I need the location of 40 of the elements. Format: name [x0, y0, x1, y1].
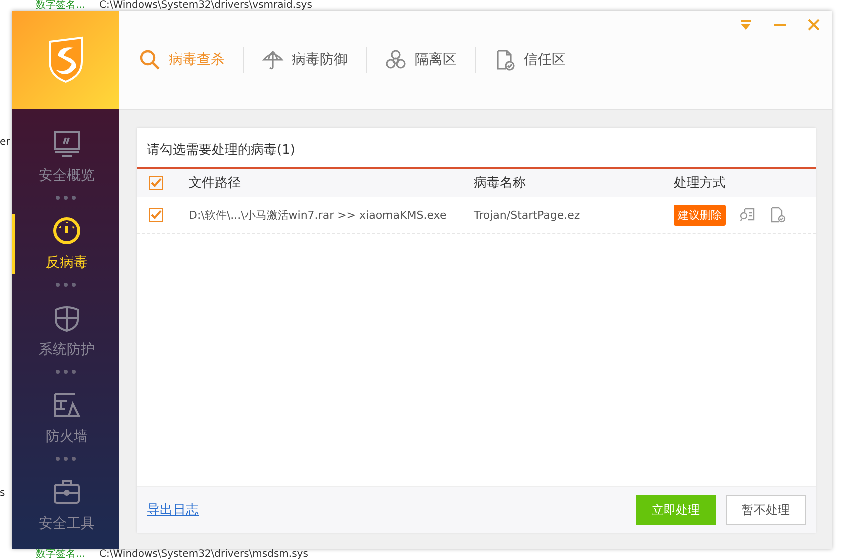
- skip-button[interactable]: 暂不处理: [726, 495, 806, 525]
- dots-separator: [56, 370, 76, 374]
- table-cell-text: D:\软件\...\小马激活win7.rar >> xiaomaKMS.exe: [189, 208, 448, 222]
- table-cell-text: Trojan/StartPage.ez: [474, 208, 582, 222]
- toolbox-icon: [52, 477, 82, 507]
- close-icon[interactable]: [808, 19, 820, 31]
- tab[interactable]: 隔离区: [385, 49, 475, 71]
- process-now-button[interactable]: 立即处理: [636, 495, 716, 525]
- dots-separator: [56, 457, 76, 461]
- search-icon: [139, 49, 161, 71]
- checkbox[interactable]: [149, 208, 163, 222]
- text-fragment: er: [0, 137, 12, 148]
- document-icon: [494, 49, 516, 71]
- sidebar-item[interactable]: 防火墙: [12, 388, 119, 448]
- dots-separator: [56, 196, 76, 200]
- signature-text: 数字签名...: [36, 549, 86, 560]
- column-header: 病毒名称: [474, 175, 527, 192]
- column-header: 处理方式: [674, 175, 727, 192]
- sidebar-item[interactable]: 系统防护: [12, 301, 119, 361]
- firewall-icon: [52, 390, 82, 420]
- document-check-icon[interactable]: [770, 207, 786, 223]
- sidebar-item[interactable]: 安全工具: [12, 475, 119, 535]
- sidebar-item[interactable]: 安全概览: [12, 127, 119, 187]
- tab[interactable]: 病毒查杀: [139, 49, 243, 71]
- export-log-link[interactable]: 导出日志: [147, 501, 199, 519]
- dots-separator: [56, 283, 76, 287]
- monitor-icon: [52, 129, 82, 159]
- umbrella-icon: [262, 49, 284, 71]
- column-header: 文件路径: [189, 175, 242, 192]
- tab[interactable]: 信任区: [494, 49, 584, 71]
- suggest-delete-button[interactable]: 建议删除: [674, 204, 726, 226]
- checkbox[interactable]: [149, 176, 163, 190]
- dropdown-icon[interactable]: [740, 19, 752, 31]
- gauge-icon: [52, 216, 82, 246]
- tab[interactable]: 病毒防御: [262, 49, 366, 71]
- file-path-text: C:\Windows\System32\drivers\msdsm.sys: [100, 549, 308, 560]
- text-fragment: s: [0, 488, 6, 499]
- file-path-text: C:\Windows\System32\drivers\vsmraid.sys: [100, 0, 312, 11]
- document-search-icon[interactable]: [740, 207, 756, 223]
- shield-icon: [52, 303, 82, 333]
